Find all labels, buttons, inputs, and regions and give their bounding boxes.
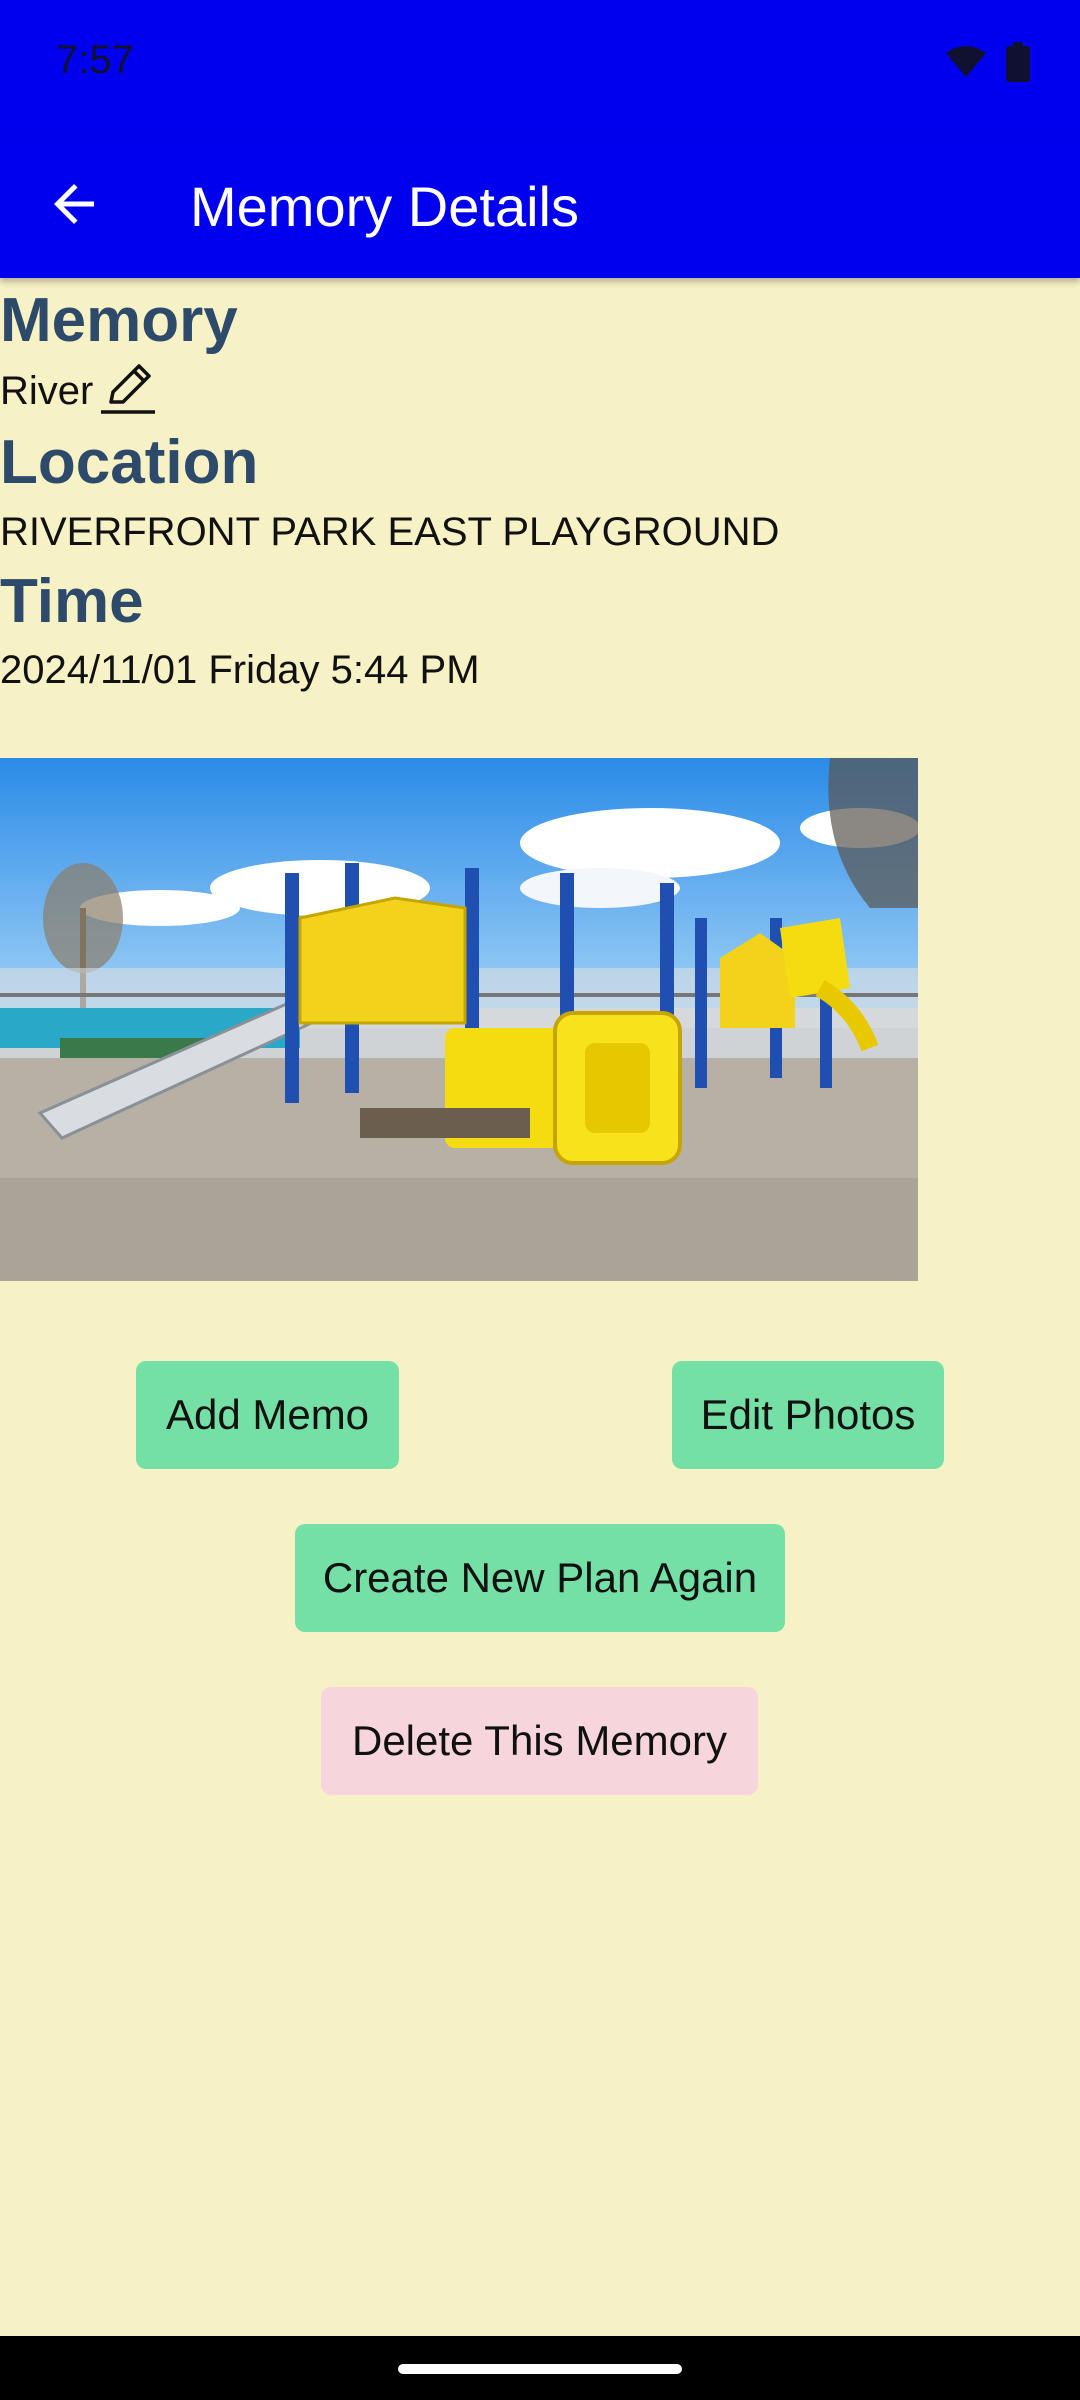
delete-memory-button[interactable]: Delete This Memory [321, 1687, 758, 1795]
memory-label: Memory [0, 286, 238, 355]
create-new-plan-button[interactable]: Create New Plan Again [295, 1524, 785, 1632]
location-label: Location [0, 428, 259, 498]
edit-memory-button[interactable] [99, 358, 157, 416]
arrow-back-icon [54, 184, 94, 224]
playground-photo [0, 758, 920, 1281]
battery-icon [1006, 42, 1030, 82]
wifi-icon [946, 46, 986, 77]
page-title: Memory Details [190, 175, 579, 238]
pencil-icon [101, 364, 156, 415]
app-bar: Memory Details [0, 130, 1080, 278]
add-memo-button[interactable]: Add Memo [136, 1361, 399, 1469]
status-bar: 7:57 [0, 0, 1080, 130]
location-value: RIVERFRONT PARK EAST PLAYGROUND [0, 509, 780, 554]
edit-photos-button[interactable]: Edit Photos [672, 1361, 944, 1469]
time-label: Time [0, 566, 144, 636]
memory-value: River [0, 369, 94, 414]
time-value: 2024/11/01 Friday 5:44 PM [0, 648, 480, 693]
home-indicator[interactable] [398, 2364, 682, 2374]
status-time: 7:57 [56, 38, 134, 82]
back-button[interactable] [44, 174, 104, 234]
memory-photo[interactable] [0, 758, 920, 1281]
status-icons [944, 42, 1030, 82]
memory-details-content: Memory River Location RIVERFRONT PARK EA… [0, 278, 1080, 695]
memory-row: River [0, 358, 1080, 416]
